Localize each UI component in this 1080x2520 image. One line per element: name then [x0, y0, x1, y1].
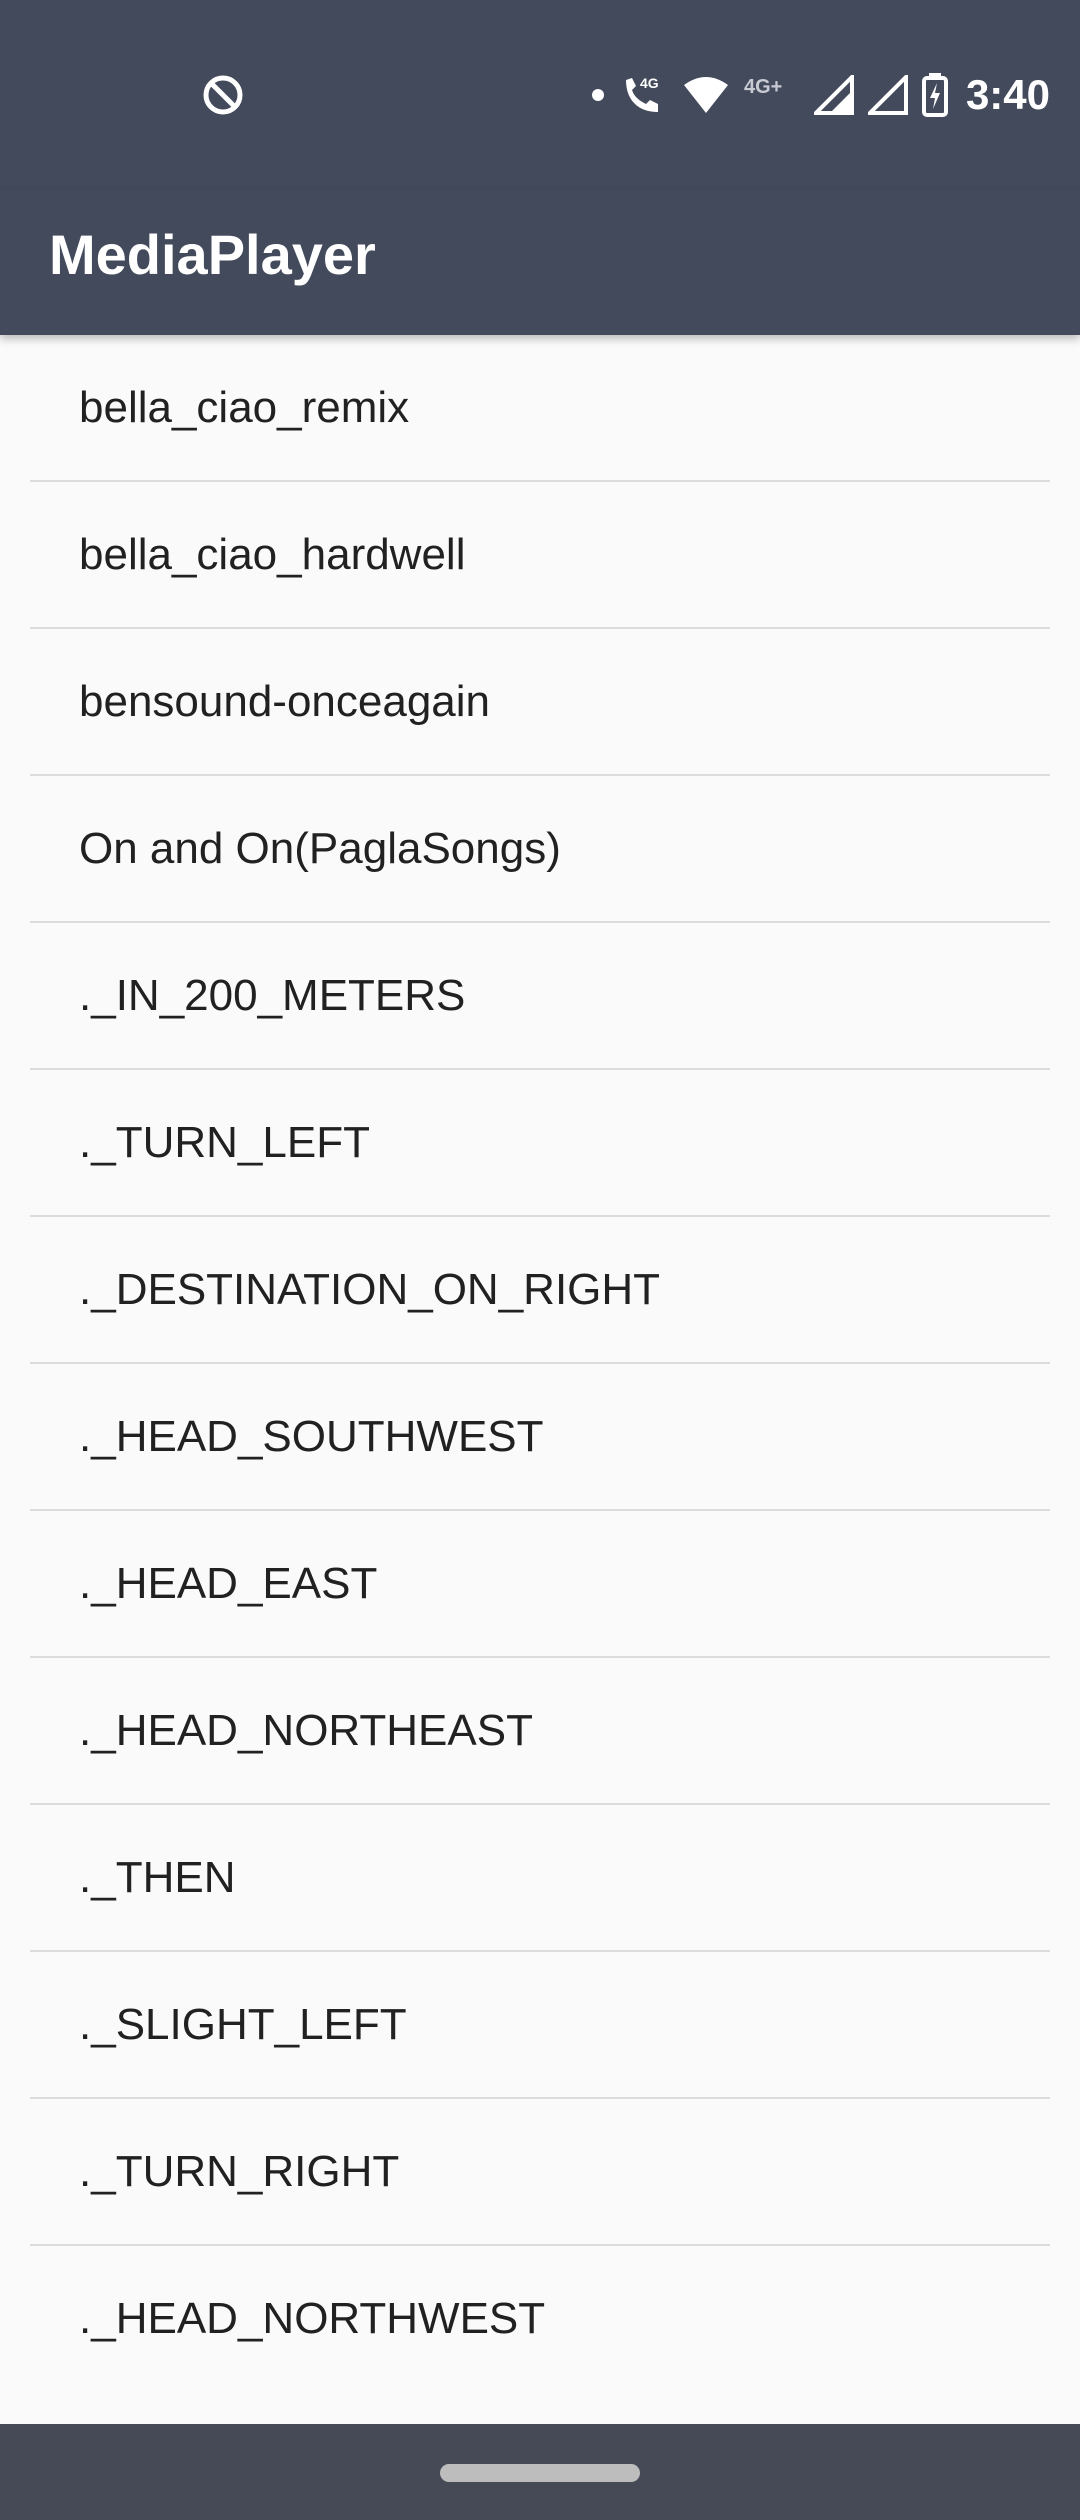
song-title: ._HEAD_EAST — [79, 1559, 378, 1608]
signal-4g-plus-icon: 4G+ — [744, 76, 782, 98]
song-title: ._DESTINATION_ON_RIGHT — [79, 1265, 661, 1314]
song-title: ._TURN_RIGHT — [79, 2147, 400, 2196]
song-list-item[interactable]: ._TURN_LEFT — [30, 1070, 1050, 1217]
page-title: MediaPlayer — [49, 223, 376, 286]
song-title: ._HEAD_SOUTHWEST — [79, 1412, 544, 1461]
signal-strength-icon-1 — [813, 75, 854, 115]
status-icons: 4G 4G+ 3:40 — [591, 62, 1050, 128]
status-bar: 4G 4G+ 3:40 — [0, 0, 1080, 190]
song-title: bella_ciao_hardwell — [79, 530, 466, 579]
song-title: ._HEAD_NORTHWEST — [79, 2294, 546, 2343]
song-list-item[interactable]: ._TURN_RIGHT — [30, 2099, 1050, 2246]
song-title: ._TURN_LEFT — [79, 1118, 370, 1167]
song-list-item[interactable]: bella_ciao_remix — [30, 335, 1050, 482]
battery-charging-icon — [921, 73, 948, 117]
song-title: bella_ciao_remix — [79, 383, 410, 432]
app-bar: MediaPlayer — [0, 190, 1080, 335]
song-title: On and On(PaglaSongs) — [79, 824, 561, 873]
song-list-item[interactable]: ._HEAD_SOUTHWEST — [30, 1364, 1050, 1511]
song-title: ._SLIGHT_LEFT — [79, 2000, 407, 2049]
song-list-item[interactable]: ._HEAD_NORTHWEST — [30, 2246, 1050, 2393]
data-saver-icon — [203, 75, 243, 115]
status-time: 3:40 — [965, 71, 1050, 118]
volte-call-icon: 4G — [625, 75, 659, 112]
home-gesture-handle[interactable] — [440, 2464, 640, 2482]
song-list-item[interactable]: ._DESTINATION_ON_RIGHT — [30, 1217, 1050, 1364]
song-list-item[interactable]: bella_ciao_hardwell — [30, 482, 1050, 629]
network-label-primary: 4G — [640, 75, 659, 91]
song-list: bella_ciao_remix bella_ciao_hardwell ben… — [0, 335, 1080, 2393]
song-list-item[interactable]: bensound-onceagain — [30, 629, 1050, 776]
song-title: bensound-onceagain — [79, 677, 491, 726]
song-title: ._THEN — [79, 1853, 236, 1902]
song-list-item[interactable]: ._IN_200_METERS — [30, 923, 1050, 1070]
notification-dot-icon — [591, 89, 604, 101]
song-list-item[interactable]: On and On(PaglaSongs) — [30, 776, 1050, 923]
wifi-icon — [683, 77, 728, 113]
signal-strength-icon-2 — [867, 75, 908, 115]
song-list-item[interactable]: ._HEAD_NORTHEAST — [30, 1658, 1050, 1805]
song-title: ._HEAD_NORTHEAST — [79, 1706, 533, 1755]
song-list-item[interactable]: ._SLIGHT_LEFT — [30, 1952, 1050, 2099]
network-label-secondary: 4G+ — [744, 76, 782, 98]
song-list-item[interactable]: ._THEN — [30, 1805, 1050, 1952]
song-list-item[interactable]: ._HEAD_EAST — [30, 1511, 1050, 1658]
song-title: ._IN_200_METERS — [79, 971, 466, 1020]
navigation-bar — [0, 2424, 1080, 2520]
